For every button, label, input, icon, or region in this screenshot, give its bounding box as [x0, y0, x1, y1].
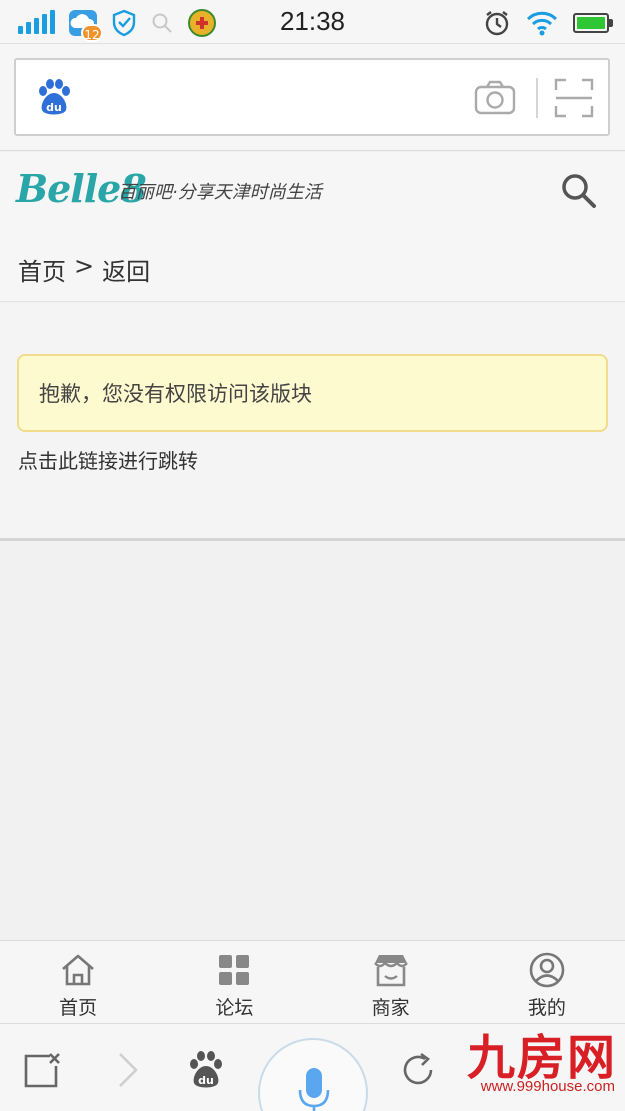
- redirect-link[interactable]: 点击此链接进行跳转: [18, 445, 198, 474]
- nav-item-me[interactable]: 我的: [469, 941, 625, 1023]
- nav-label-forum: 论坛: [215, 997, 254, 1019]
- alarm-icon: [485, 11, 509, 36]
- forum-grid-icon: [219, 955, 250, 985]
- home-icon: [62, 954, 94, 986]
- scan-icon[interactable]: [554, 78, 594, 118]
- search-divider: [536, 78, 538, 118]
- watermark-url: www.999house.com: [480, 1078, 615, 1095]
- nav-label-me: 我的: [527, 997, 566, 1019]
- nav-label-home: 首页: [59, 997, 98, 1019]
- svg-text:du: du: [46, 101, 62, 114]
- site-bottom-nav: 首页 论坛 商家 我的: [0, 940, 625, 1024]
- main-content: 抱歉，您没有权限访问该版块 点击此链接进行跳转: [0, 303, 625, 541]
- status-bar: 12 21:38: [0, 0, 625, 44]
- wifi-icon: [526, 11, 558, 36]
- site-header: Belle8 百丽吧·分享天津时尚生活: [0, 152, 625, 232]
- voice-search-button[interactable]: [258, 1038, 368, 1111]
- browser-search-input[interactable]: [86, 74, 466, 120]
- breadcrumb: 首页 > 返回: [18, 252, 150, 287]
- du-logo-icon[interactable]: du: [34, 78, 74, 118]
- breadcrumb-separator: >: [74, 252, 95, 280]
- nav-label-store: 商家: [371, 997, 410, 1019]
- nav-item-store[interactable]: 商家: [313, 941, 469, 1023]
- blank-area: [0, 541, 625, 940]
- close-tab-icon[interactable]: [22, 1050, 62, 1090]
- store-icon: [373, 955, 408, 987]
- nav-item-home[interactable]: 首页: [0, 941, 156, 1023]
- nav-item-forum[interactable]: 论坛: [156, 941, 312, 1023]
- browser-search-box[interactable]: du: [14, 58, 610, 136]
- battery-icon: [573, 13, 613, 33]
- user-icon: [529, 952, 565, 988]
- site-slogan: 百丽吧·分享天津时尚生活: [118, 182, 322, 203]
- du-paw-icon[interactable]: du: [186, 1050, 226, 1090]
- browser-search-area: du: [0, 44, 625, 151]
- search-icon[interactable]: [558, 170, 598, 210]
- forward-icon[interactable]: [108, 1050, 148, 1090]
- breadcrumb-back-link[interactable]: 返回: [102, 252, 150, 287]
- status-right: [483, 8, 613, 38]
- breadcrumb-home-link[interactable]: 首页: [18, 252, 66, 287]
- breadcrumb-bar: 首页 > 返回: [0, 232, 625, 302]
- notice-text: 抱歉，您没有权限访问该版块: [39, 382, 312, 406]
- microphone-icon: [298, 1068, 330, 1111]
- refresh-icon[interactable]: [398, 1050, 438, 1090]
- camera-icon[interactable]: [474, 80, 516, 116]
- svg-text:du: du: [198, 1074, 214, 1087]
- permission-notice: 抱歉，您没有权限访问该版块: [17, 354, 608, 432]
